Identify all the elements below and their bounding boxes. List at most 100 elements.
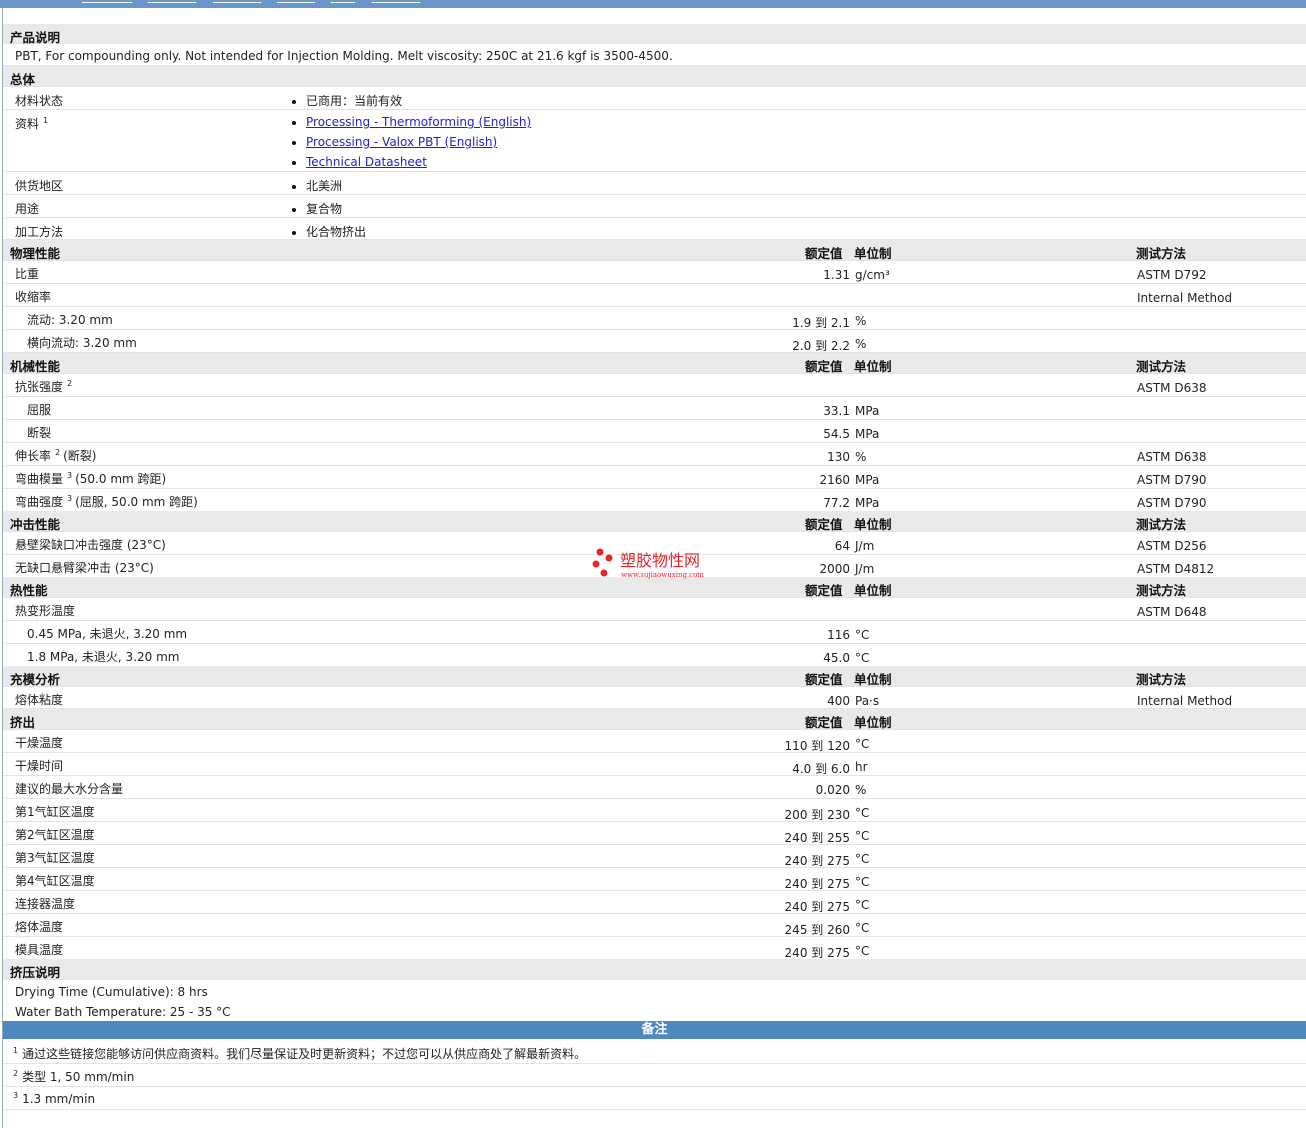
property-label-wrap: 弯曲强度 3 (屈服, 50.0 mm 跨距) [15,493,198,510]
thermal-row: 热变形温度 ASTM D648 [3,598,1306,621]
row-label-wrap: 资料 1 [15,115,48,132]
doc-link-item: Technical Datasheet [292,155,427,169]
mechanical-row: 弯曲强度 3 (屈服, 50.0 mm 跨距) 77.2 MPa ASTM D790 [3,489,1306,512]
property-label: 1.8 MPa, 未退火, 3.20 mm [27,650,180,664]
property-label: 抗张强度 [15,380,64,394]
nav-tab[interactable] [372,0,420,3]
row-label: 用途 [15,202,40,216]
footnote-ref: 2 [67,379,73,388]
extrusion-row: 第1气缸区温度 200 到 230 °C [3,799,1306,822]
property-unit: % [855,337,867,351]
property-label-wrap: 热变形温度 [15,602,75,619]
property-value: 0.020 [815,783,850,797]
property-unit: J/m [855,562,875,576]
property-label: 0.45 MPa, 未退火, 3.20 mm [27,627,188,641]
property-label-wrap: 连接器温度 [15,895,75,912]
property-label: 无缺口悬臂梁冲击 (23°C) [15,561,154,575]
property-label: 第2气缸区温度 [15,828,95,842]
property-unit: g/cm³ [855,268,890,282]
property-label-wrap: 断裂 [27,424,51,441]
row-value: 北美洲 [306,179,343,193]
property-unit: °C [855,875,870,889]
property-label-wrap: 第4气缸区温度 [15,872,95,889]
property-label: 悬壁梁缺口冲击强度 (23°C) [15,538,166,552]
property-label-wrap: 抗张强度 2 [15,378,75,395]
property-label-wrap: 收缩率 [15,288,51,305]
general-row-region: 供货地区 北美洲 [3,172,1306,195]
property-label-wrap: 熔体粘度 [15,691,63,708]
nav-tab[interactable] [82,0,132,3]
property-label: 熔体温度 [15,920,64,934]
section-title: 冲击性能 [10,517,61,532]
section-header-impact: 冲击性能 额定值 单位制 测试方法 [3,511,1306,532]
property-value: 240 到 255 [784,831,850,845]
property-value: 4.0 到 6.0 [792,762,850,776]
general-row-uses: 用途 复合物 [3,195,1306,218]
property-label: 断裂 [27,426,52,440]
property-label-wrap: 1.8 MPa, 未退火, 3.20 mm [27,648,179,665]
bullet-icon [292,160,296,165]
top-nav-bar [0,0,1306,8]
col-header-method: 测试方法 [1136,517,1187,532]
doc-link[interactable]: Processing - Thermoforming (English) [306,115,531,129]
property-unit: MPa [855,473,880,487]
property-unit: °C [855,806,870,820]
property-label: 第1气缸区温度 [15,805,95,819]
extrusion-row: 干燥温度 110 到 120 °C [3,730,1306,753]
property-method: ASTM D790 [1137,473,1207,487]
footnote-ref: 3 [67,471,73,480]
property-label: 建议的最大水分含量 [15,782,124,796]
nav-tab[interactable] [277,0,315,3]
col-header-unit: 单位制 [854,359,892,374]
property-value: 77.2 [823,496,850,510]
section-header-physical: 物理性能 额定值 单位制 测试方法 [3,240,1306,261]
footnote-text: 1.3 mm/min [22,1092,96,1106]
property-label: 热变形温度 [15,604,76,618]
property-unit: °C [855,829,870,843]
physical-row: 收缩率 Internal Method [3,284,1306,307]
property-value: 400 [827,694,850,708]
property-value: 240 到 275 [784,854,850,868]
property-unit: % [855,450,867,464]
property-label-wrap: 弯曲模量 3 (50.0 mm 跨距) [15,470,166,487]
property-label: 第3气缸区温度 [15,851,95,865]
bullet-item: 复合物 [292,200,342,217]
col-header-unit: 单位制 [854,672,892,687]
watermark-url: www.sujiaowuxing.com [621,571,704,579]
nav-tab[interactable] [148,0,196,3]
property-unit: hr [855,760,868,774]
extrusion-row: 第3气缸区温度 240 到 275 °C [3,845,1306,868]
property-value: 110 到 120 [784,739,850,753]
property-label: 熔体粘度 [15,693,64,707]
thermal-row: 1.8 MPa, 未退火, 3.20 mm 45.0 °C [3,644,1306,667]
property-suffix: (断裂) [63,449,97,463]
section-header-filling: 充模分析 额定值 单位制 测试方法 [3,666,1306,687]
bullet-item: 化合物挤出 [292,223,366,240]
col-header-nominal: 额定值 [805,583,843,598]
property-label: 弯曲模量 [15,472,64,486]
property-label-wrap: 第2气缸区温度 [15,826,95,843]
footnote-text: 类型 1, 50 mm/min [22,1070,135,1084]
property-method: ASTM D638 [1137,450,1207,464]
property-label-wrap: 0.45 MPa, 未退火, 3.20 mm [27,625,187,642]
footnote: 2 类型 1, 50 mm/min [13,1068,134,1085]
property-label-wrap: 建议的最大水分含量 [15,780,123,797]
property-unit: J/m [855,539,875,553]
extrusion-row: 熔体温度 245 到 260 °C [3,914,1306,937]
property-value: 1.9 到 2.1 [792,316,850,330]
property-label-wrap: 第1气缸区温度 [15,803,95,820]
doc-link[interactable]: Technical Datasheet [306,155,427,169]
footnote-ref: 1 [43,116,49,125]
col-header-nominal: 额定值 [805,359,843,374]
row-label: 材料状态 [15,94,64,108]
property-suffix: (屈服, 50.0 mm 跨距) [75,495,198,509]
property-method: ASTM D256 [1137,539,1207,553]
col-header-method: 测试方法 [1136,359,1187,374]
row-label: 供货地区 [15,179,64,193]
nav-tab[interactable] [213,0,261,3]
property-unit: °C [855,944,870,958]
nav-tab[interactable] [331,0,355,3]
filling-row: 熔体粘度 400 Pa·s Internal Method [3,687,1306,709]
property-label: 弯曲强度 [15,495,64,509]
doc-link[interactable]: Processing - Valox PBT (English) [306,135,497,149]
